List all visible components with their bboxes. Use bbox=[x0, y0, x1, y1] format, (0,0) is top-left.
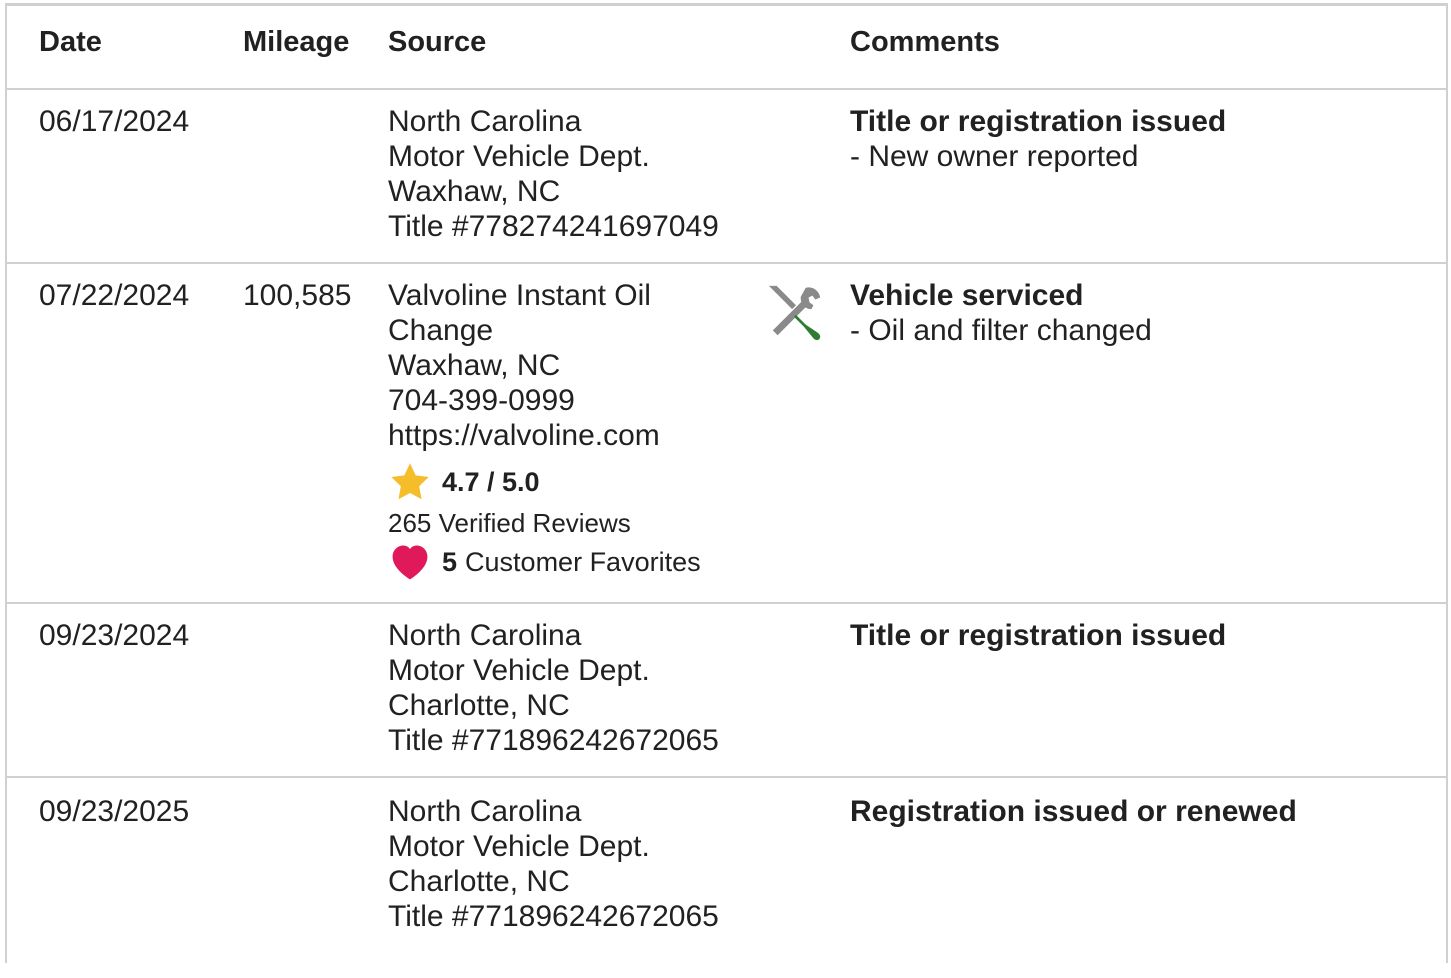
source-line: Motor Vehicle Dept. bbox=[388, 654, 650, 687]
verified-reviews[interactable]: 265 Verified Reviews bbox=[388, 508, 631, 539]
row-date: 06/17/2024 bbox=[39, 105, 190, 138]
source-link[interactable]: https://valvoline.com bbox=[388, 418, 660, 453]
table-row: 09/23/2025 North Carolina Motor Vehicle … bbox=[7, 778, 1446, 978]
row-source: Valvoline Instant Oil Change Waxhaw, NC … bbox=[388, 278, 660, 453]
comment-detail: - New owner reported bbox=[850, 140, 1139, 173]
row-source: North Carolina Motor Vehicle Dept. Charl… bbox=[388, 794, 719, 934]
row-comments: Title or registration issued bbox=[850, 618, 1226, 653]
table-row: 09/23/2024 North Carolina Motor Vehicle … bbox=[7, 604, 1446, 778]
comment-detail: - Oil and filter changed bbox=[850, 314, 1152, 347]
source-line: Charlotte, NC bbox=[388, 865, 570, 898]
header-source: Source bbox=[388, 26, 487, 58]
source-line: North Carolina bbox=[388, 795, 582, 828]
source-line: Change bbox=[388, 314, 494, 347]
source-line: Waxhaw, NC bbox=[388, 349, 561, 382]
row-comments: Registration issued or renewed bbox=[850, 794, 1297, 829]
source-line: North Carolina bbox=[388, 105, 582, 138]
rating-value: 4.7 / 5.0 bbox=[442, 466, 540, 497]
favorites-count: 5 bbox=[442, 546, 458, 577]
comment-title: Title or registration issued bbox=[850, 619, 1227, 652]
table-row: 06/17/2024 North Carolina Motor Vehicle … bbox=[7, 90, 1446, 264]
table-row: 07/22/2024 100,585 Valvoline Instant Oil… bbox=[7, 264, 1446, 604]
row-comments: Vehicle serviced - Oil and filter change… bbox=[850, 278, 1152, 348]
source-line: Title #778274241697049 bbox=[388, 210, 719, 243]
row-source: North Carolina Motor Vehicle Dept. Waxha… bbox=[388, 104, 719, 244]
row-mileage: 100,585 bbox=[243, 279, 352, 312]
source-line: Valvoline Instant Oil bbox=[388, 279, 651, 312]
source-line: 704-399-0999 bbox=[388, 384, 575, 417]
row-comments: Title or registration issued - New owner… bbox=[850, 104, 1226, 174]
source-line: Motor Vehicle Dept. bbox=[388, 140, 650, 173]
row-date: 09/23/2024 bbox=[39, 619, 190, 652]
source-line: North Carolina bbox=[388, 619, 582, 652]
customer-favorites: 5 Customer Favorites bbox=[388, 540, 701, 584]
header-comments: Comments bbox=[850, 26, 1000, 58]
wrench-screwdriver-icon bbox=[768, 285, 821, 341]
row-date: 07/22/2024 bbox=[39, 279, 190, 312]
source-line: Title #771896242672065 bbox=[388, 724, 719, 757]
comment-title: Title or registration issued bbox=[850, 105, 1227, 138]
row-date: 09/23/2025 bbox=[39, 795, 190, 828]
table-header: Date Mileage Source Comments bbox=[7, 6, 1446, 90]
header-mileage: Mileage bbox=[243, 26, 350, 58]
favorites-label: Customer Favorites bbox=[465, 546, 701, 577]
vehicle-history-table: Date Mileage Source Comments 06/17/2024 … bbox=[5, 3, 1448, 963]
row-source: North Carolina Motor Vehicle Dept. Charl… bbox=[388, 618, 719, 758]
rating: 4.7 / 5.0 bbox=[388, 460, 540, 504]
heart-icon bbox=[392, 545, 428, 580]
source-line: Charlotte, NC bbox=[388, 689, 570, 722]
source-line: Title #771896242672065 bbox=[388, 900, 719, 933]
source-line: Motor Vehicle Dept. bbox=[388, 830, 650, 863]
header-date: Date bbox=[39, 26, 102, 58]
comment-title: Vehicle serviced bbox=[850, 279, 1084, 312]
source-line: Waxhaw, NC bbox=[388, 175, 561, 208]
star-icon bbox=[391, 463, 429, 500]
comment-title: Registration issued or renewed bbox=[850, 795, 1297, 828]
